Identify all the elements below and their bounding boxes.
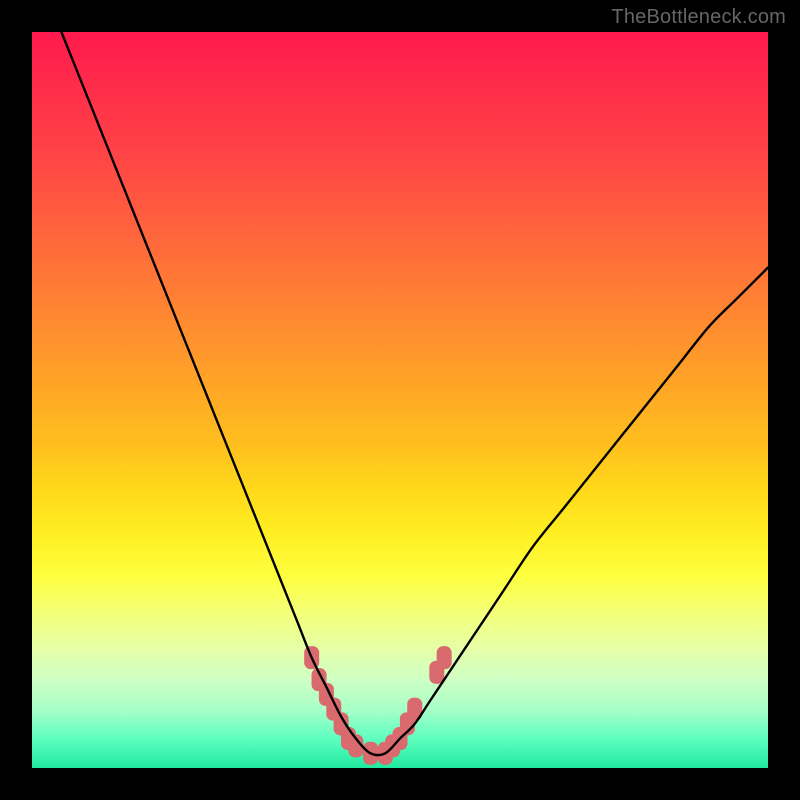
curve-marker <box>437 647 451 669</box>
bottleneck-curve <box>61 32 768 755</box>
plot-area <box>32 32 768 768</box>
curve-svg <box>32 32 768 768</box>
marker-group <box>305 647 451 765</box>
chart-frame: TheBottleneck.com <box>0 0 800 800</box>
watermark-text: TheBottleneck.com <box>611 6 786 29</box>
